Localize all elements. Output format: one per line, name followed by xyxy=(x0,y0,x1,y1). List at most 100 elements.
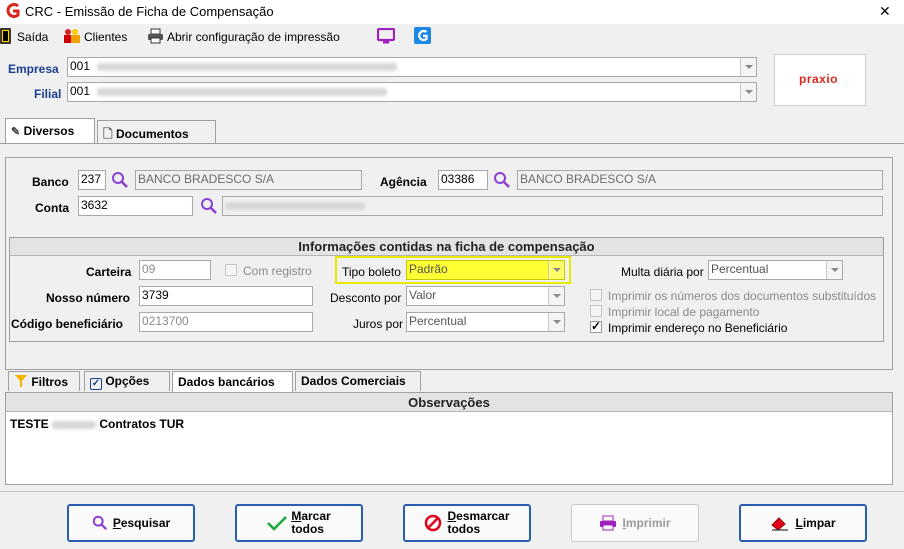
juros-value: Percentual xyxy=(409,314,467,328)
saida-button[interactable]: Saída xyxy=(0,27,55,47)
carteira-value: 09 xyxy=(142,262,156,276)
multa-label: Multa diária por xyxy=(621,265,704,279)
filial-label: Filial xyxy=(34,87,62,101)
empresa-label: Empresa xyxy=(8,62,59,76)
multa-value: Percentual xyxy=(711,262,769,276)
banco-search-icon[interactable] xyxy=(111,171,129,189)
multa-arrow-icon[interactable] xyxy=(826,261,842,279)
opt-local-checkbox[interactable] xyxy=(590,305,602,317)
empresa-name-redacted xyxy=(97,62,398,71)
close-icon[interactable]: ✕ xyxy=(879,3,891,20)
saida-label: Saída xyxy=(17,30,49,44)
tab-documentos-label: Documentos xyxy=(116,127,189,141)
printer-icon xyxy=(600,515,617,531)
filial-select[interactable]: 001 xyxy=(67,82,757,102)
app-logo-icon xyxy=(5,3,20,18)
multa-select[interactable]: Percentual xyxy=(708,260,843,280)
agencia-code-input[interactable]: 03386 xyxy=(438,170,488,190)
monitor-icon[interactable] xyxy=(377,28,395,45)
desconto-select[interactable]: Valor xyxy=(406,286,565,306)
tab-opcoes[interactable]: ✓ Opções xyxy=(84,371,170,391)
opt-endereco-checkbox[interactable]: ✓ xyxy=(590,319,602,333)
carteira-input[interactable]: 09 xyxy=(139,260,211,280)
conta-name-field xyxy=(222,196,883,216)
toolbar: Saída Clientes Abrir configuração de imp… xyxy=(0,24,904,50)
pencil-icon: ✎ xyxy=(11,126,21,138)
desconto-arrow-icon[interactable] xyxy=(548,287,564,305)
tab-dados-bancarios-label: Dados bancários xyxy=(178,375,275,389)
conta-search-icon[interactable] xyxy=(200,197,218,215)
desconto-value: Valor xyxy=(409,288,437,302)
observacoes-redacted xyxy=(52,420,97,429)
conta-code-input[interactable]: 3632 xyxy=(78,196,193,216)
company-logo: praxio xyxy=(774,54,866,106)
opt-endereco-label: Imprimir endereço no Beneficiário xyxy=(608,321,788,335)
imprimir-label: Imprimir xyxy=(622,516,671,530)
tipo-boleto-highlight xyxy=(335,256,571,284)
tab-dados-bancarios[interactable]: Dados bancários xyxy=(172,371,293,392)
abrir-config-button[interactable]: Abrir configuração de impressão xyxy=(147,27,365,47)
observacoes-header: Observações xyxy=(6,393,892,412)
abrir-config-label: Abrir configuração de impressão xyxy=(167,30,340,44)
juros-select[interactable]: Percentual xyxy=(406,312,565,332)
g-app-icon[interactable] xyxy=(414,27,431,44)
banco-code: 237 xyxy=(81,172,102,186)
juros-label: Juros por xyxy=(353,317,404,331)
pesquisar-button[interactable]: Pesquisar xyxy=(67,504,195,542)
eraser-icon xyxy=(771,517,789,531)
desmarcar-todos-button[interactable]: Desmarcar todos xyxy=(403,504,531,542)
desconto-label: Desconto por xyxy=(330,291,402,305)
banco-name-field: BANCO BRADESCO S/A xyxy=(135,170,362,190)
codigo-beneficiario-label: Código beneficiário xyxy=(11,317,124,331)
tab-dados-comerciais-label: Dados Comerciais xyxy=(301,374,406,388)
opt-local-label: Imprimir local de pagamento xyxy=(608,305,760,319)
limpar-label: Limpar xyxy=(795,516,836,530)
observacoes-text-start: TESTE xyxy=(10,417,49,431)
limpar-button[interactable]: Limpar xyxy=(739,504,867,542)
exit-door-icon xyxy=(0,28,11,44)
funnel-icon xyxy=(15,375,27,387)
tab-opcoes-label: Opções xyxy=(105,374,150,388)
imprimir-button[interactable]: Imprimir xyxy=(571,504,699,542)
codigo-beneficiario-input[interactable]: 0213700 xyxy=(139,312,313,332)
filial-name-redacted xyxy=(97,87,388,96)
title-bar: CRC - Emissão de Ficha de Compensação ✕ xyxy=(0,0,904,24)
clientes-label: Clientes xyxy=(84,30,128,44)
nosso-numero-input[interactable]: 3739 xyxy=(139,286,313,306)
banco-label: Banco xyxy=(32,175,69,189)
logo-text: praxio xyxy=(799,72,839,86)
agencia-code: 03386 xyxy=(441,172,475,186)
tab-filtros[interactable]: Filtros xyxy=(8,371,80,391)
juros-arrow-icon[interactable] xyxy=(548,313,564,331)
search-icon xyxy=(92,515,107,531)
opt-numeros-checkbox[interactable] xyxy=(590,289,602,301)
com-registro-checkbox[interactable] xyxy=(225,264,237,276)
banco-code-input[interactable]: 237 xyxy=(78,170,106,190)
tab-documentos[interactable]: 🗋 Documentos xyxy=(97,120,216,143)
checkmark-icon: ✓ xyxy=(591,319,602,333)
tab-diversos[interactable]: ✎ Diversos xyxy=(5,118,95,144)
tab-strip-line xyxy=(0,143,904,144)
empresa-code: 001 xyxy=(70,59,91,73)
agencia-name: BANCO BRADESCO S/A xyxy=(520,172,657,186)
conta-label: Conta xyxy=(35,201,69,215)
filial-dropdown-arrow-icon[interactable] xyxy=(740,83,756,101)
empresa-dropdown-arrow-icon[interactable] xyxy=(740,58,756,76)
pesquisar-label: Pesquisar xyxy=(112,516,171,530)
com-registro-label: Com registro xyxy=(243,264,312,278)
empresa-select[interactable]: 001 xyxy=(67,57,757,77)
nosso-numero-label: Nosso número xyxy=(46,291,131,305)
agencia-search-icon[interactable] xyxy=(493,171,511,189)
filial-code: 001 xyxy=(70,84,91,98)
nosso-numero-value: 3739 xyxy=(142,288,169,302)
carteira-label: Carteira xyxy=(86,265,132,279)
tab-diversos-label: Diversos xyxy=(23,124,75,138)
marcar-todos-button[interactable]: Marcar todos xyxy=(235,504,363,542)
printer-icon xyxy=(148,28,163,44)
document-icon: 🗋 xyxy=(103,127,113,141)
tab-dados-comerciais[interactable]: Dados Comerciais xyxy=(295,371,421,391)
banco-name: BANCO BRADESCO S/A xyxy=(138,172,275,186)
clientes-button[interactable]: Clientes xyxy=(63,27,135,47)
observacoes-textarea[interactable]: TESTE Contratos TUR xyxy=(10,417,888,481)
checkbox-icon: ✓ xyxy=(90,378,102,390)
